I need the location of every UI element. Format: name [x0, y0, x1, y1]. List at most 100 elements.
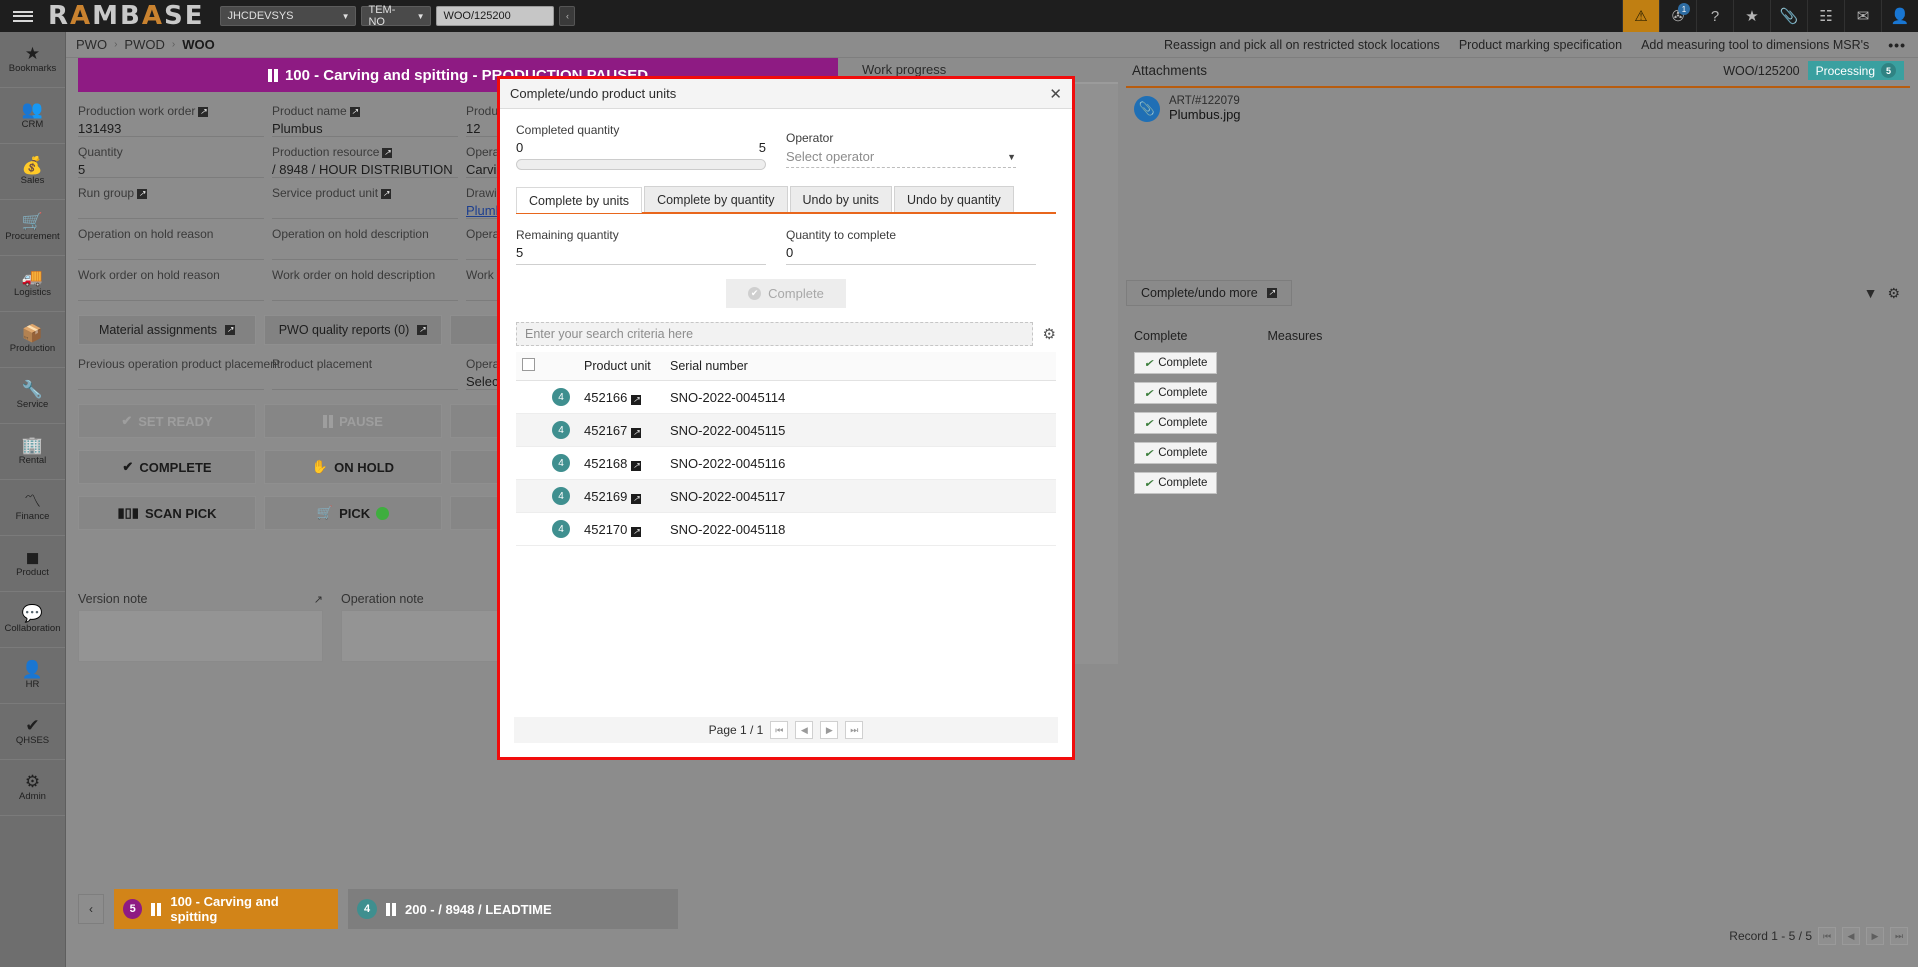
row-complete-button[interactable]: ✔Complete	[1134, 382, 1217, 404]
row-checkbox-cell[interactable]	[516, 480, 546, 513]
sidebar-item-rental[interactable]: 🏢 Rental	[0, 424, 65, 480]
sidebar-item-logistics[interactable]: 🚚 Logistics	[0, 256, 65, 312]
complete-button[interactable]: ✔ COMPLETE	[78, 450, 256, 484]
breadcrumb-item-pwod[interactable]: PWOD	[124, 37, 164, 52]
company-select[interactable]: JHCDEVSYS ▼	[220, 6, 356, 26]
table-row[interactable]: ✔Complete	[1126, 408, 1910, 438]
sidebar-item-production[interactable]: 📦 Production	[0, 312, 65, 368]
external-link-icon[interactable]: ↗	[631, 395, 641, 405]
modal-complete-button[interactable]: ✔ Complete	[726, 279, 846, 308]
field-value[interactable]: / 8948 / HOUR DISTRIBUTION	[272, 159, 458, 178]
sidebar-item-bookmarks[interactable]: ★ Bookmarks	[0, 32, 65, 88]
external-link-icon[interactable]: ↗	[631, 494, 641, 504]
field-value[interactable]	[272, 200, 458, 219]
tab-complete-by-units[interactable]: Complete by units	[516, 187, 642, 213]
completed-quantity-slider[interactable]	[516, 159, 766, 170]
sidebar-item-procurement[interactable]: 🛒 Procurement	[0, 200, 65, 256]
table-row[interactable]: ✔Complete	[1126, 378, 1910, 408]
version-note-body[interactable]	[78, 610, 323, 662]
external-link-icon[interactable]: ↗	[381, 189, 391, 199]
gear-icon[interactable]: ⚙	[1043, 325, 1056, 343]
external-link-icon[interactable]: ↗	[198, 107, 208, 117]
material-assignments-button[interactable]: Material assignments ↗	[78, 315, 256, 345]
favorites-icon[interactable]: ★	[1733, 0, 1770, 32]
operator-select[interactable]: Select operator ▼	[786, 145, 1016, 168]
nav-prev-button[interactable]: ‹	[559, 6, 575, 26]
notifications-icon[interactable]: ✇1	[1659, 0, 1696, 32]
location-select[interactable]: TEM-NO ▼	[361, 6, 431, 26]
external-link-icon[interactable]: ↗	[631, 461, 641, 471]
on-hold-button[interactable]: ✋ ON HOLD	[264, 450, 442, 484]
field-value[interactable]	[78, 241, 264, 260]
attachment-item[interactable]: 📎 ART/#122079 Plumbus.jpg	[1126, 88, 1910, 129]
action-add-measuring-tool[interactable]: Add measuring tool to dimensions MSR's	[1641, 38, 1869, 52]
pause-button[interactable]: PAUSE	[264, 404, 442, 438]
scan-pick-button[interactable]: ▮▯▮ SCAN PICK	[78, 496, 256, 530]
field-value[interactable]	[272, 371, 458, 390]
external-link-icon[interactable]: ↗	[350, 107, 360, 117]
row-product-unit[interactable]: 452168↗	[578, 447, 664, 480]
operation-card-current[interactable]: 5 100 - Carving and spitting	[114, 889, 338, 929]
gear-icon[interactable]: ⚙	[1887, 285, 1900, 302]
pick-button[interactable]: 🛒 PICK	[264, 496, 442, 530]
field-value[interactable]	[272, 282, 458, 301]
tab-undo-by-units[interactable]: Undo by units	[790, 186, 892, 212]
field-value[interactable]	[272, 241, 458, 260]
row-checkbox-cell[interactable]	[516, 381, 546, 414]
table-row[interactable]: 4 452166↗ SNO-2022-0045114	[516, 381, 1056, 414]
next-page-button[interactable]: ▶	[1866, 927, 1884, 945]
hamburger-icon[interactable]	[0, 0, 46, 32]
table-row[interactable]: 4 452169↗ SNO-2022-0045117	[516, 480, 1056, 513]
action-product-marking[interactable]: Product marking specification	[1459, 38, 1622, 52]
breadcrumb-item-pwo[interactable]: PWO	[76, 37, 107, 52]
table-row[interactable]: ✔Complete	[1126, 468, 1910, 498]
sidebar-item-collaboration[interactable]: 💬 Collaboration	[0, 592, 65, 648]
breadcrumb-item-woo[interactable]: WOO	[182, 37, 215, 52]
field-value[interactable]: 5	[516, 242, 766, 265]
row-checkbox-cell[interactable]	[516, 513, 546, 546]
sidebar-item-qhses[interactable]: ✔ QHSES	[0, 704, 65, 760]
sidebar-item-finance[interactable]: 〽 Finance	[0, 480, 65, 536]
table-row[interactable]: 4 452168↗ SNO-2022-0045116	[516, 447, 1056, 480]
user-icon[interactable]: 👤	[1881, 0, 1918, 32]
select-all-checkbox[interactable]	[522, 358, 535, 371]
row-complete-button[interactable]: ✔Complete	[1134, 472, 1217, 494]
field-value[interactable]	[78, 371, 264, 390]
search-input[interactable]: Enter your search criteria here	[516, 322, 1033, 346]
table-row[interactable]: 4 452170↗ SNO-2022-0045118	[516, 513, 1056, 546]
field-value[interactable]: 131493	[78, 118, 264, 137]
row-complete-button[interactable]: ✔Complete	[1134, 352, 1217, 374]
tab-undo-by-quantity[interactable]: Undo by quantity	[894, 186, 1014, 212]
prev-page-button[interactable]: ◀	[1842, 927, 1860, 945]
row-product-unit[interactable]: 452169↗	[578, 480, 664, 513]
close-icon[interactable]: ✕	[1049, 85, 1062, 103]
expand-icon[interactable]: ↗	[314, 593, 323, 606]
first-page-button[interactable]: ⏮	[770, 721, 788, 739]
operation-prev-button[interactable]: ‹	[78, 894, 104, 924]
sidebar-item-admin[interactable]: ⚙ Admin	[0, 760, 65, 816]
action-reassign-pick[interactable]: Reassign and pick all on restricted stoc…	[1164, 38, 1440, 52]
messages-icon[interactable]: ✉	[1844, 0, 1881, 32]
row-product-unit[interactable]: 452170↗	[578, 513, 664, 546]
operation-card-next[interactable]: 4 200 - / 8948 / LEADTIME	[348, 889, 678, 929]
sidebar-item-crm[interactable]: 👥 CRM	[0, 88, 65, 144]
row-product-unit[interactable]: 452166↗	[578, 381, 664, 414]
row-checkbox-cell[interactable]	[516, 414, 546, 447]
more-actions-icon[interactable]: •••	[1888, 37, 1906, 53]
pwo-quality-reports-button[interactable]: PWO quality reports (0) ↗	[264, 315, 442, 345]
help-icon[interactable]: ?	[1696, 0, 1733, 32]
next-page-button[interactable]: ▶	[820, 721, 838, 739]
table-row[interactable]: 4 452167↗ SNO-2022-0045115	[516, 414, 1056, 447]
sidebar-item-product[interactable]: ◼ Product	[0, 536, 65, 592]
last-page-button[interactable]: ⏭	[1890, 927, 1908, 945]
field-value[interactable]: 5	[78, 159, 264, 178]
field-value[interactable]	[78, 200, 264, 219]
table-row[interactable]: ✔Complete	[1126, 348, 1910, 378]
field-value[interactable]: Plumbus	[272, 118, 458, 137]
external-link-icon[interactable]: ↗	[631, 428, 641, 438]
tab-complete-by-quantity[interactable]: Complete by quantity	[644, 186, 787, 212]
attachment-icon[interactable]: 📎	[1770, 0, 1807, 32]
complete-undo-more-button[interactable]: Complete/undo more ↗	[1126, 280, 1292, 306]
row-complete-button[interactable]: ✔Complete	[1134, 412, 1217, 434]
tasks-icon[interactable]: ☷	[1807, 0, 1844, 32]
